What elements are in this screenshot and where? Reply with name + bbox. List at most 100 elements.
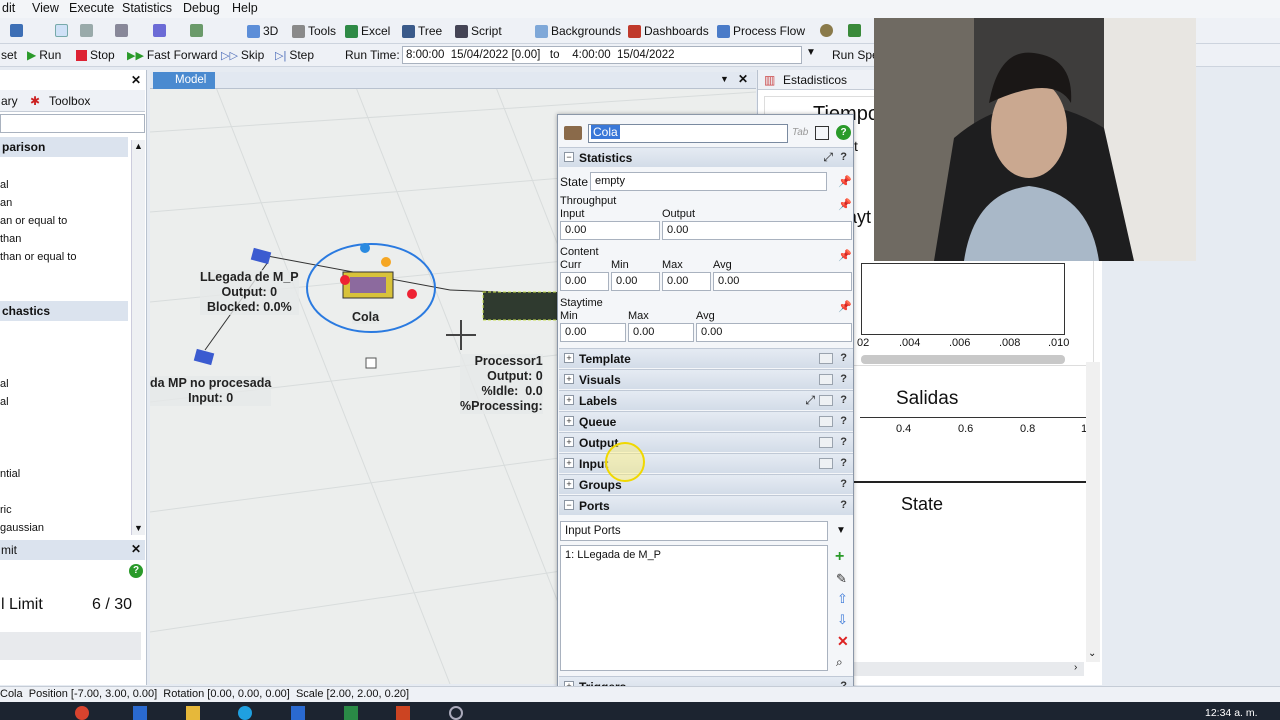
chevron-up-icon[interactable]: ▲ xyxy=(134,141,143,151)
eyedropper-icon[interactable]: ✎ xyxy=(836,571,847,587)
object-name-input[interactable]: Cola xyxy=(588,124,788,143)
section-visuals[interactable]: + Visuals? xyxy=(559,369,853,389)
run-time-field[interactable]: 8:00:00 15/04/2022 [0.00] to 4:00:00 15/… xyxy=(402,46,802,64)
save-icon[interactable] xyxy=(10,24,23,37)
section-labels[interactable]: + Labels ⤢? xyxy=(559,390,853,410)
pin-icon[interactable]: 📌 xyxy=(838,249,852,262)
chevron-down-icon[interactable]: ⌄ xyxy=(1088,648,1096,659)
menu-help[interactable]: Help xyxy=(232,1,258,15)
help-icon[interactable]: ? xyxy=(836,125,851,140)
excel-button[interactable]: Excel xyxy=(345,22,390,40)
tree-icon[interactable] xyxy=(815,126,829,140)
section-ports[interactable]: − Ports? xyxy=(559,495,853,515)
chrome-icon[interactable] xyxy=(75,706,89,720)
help-icon[interactable]: ? xyxy=(840,415,847,427)
list-item[interactable]: than xyxy=(0,230,128,248)
3d-button[interactable]: 3D xyxy=(247,22,278,40)
chevron-down-icon[interactable]: ▼ xyxy=(806,47,816,58)
help-icon[interactable]: ? xyxy=(840,151,847,163)
add-icon[interactable]: + xyxy=(835,548,844,566)
state-chart-scrollbar[interactable]: › xyxy=(854,662,1084,676)
section-stochastics[interactable]: chastics xyxy=(0,301,128,321)
pin-icon[interactable]: 📌 xyxy=(838,175,852,188)
tab-estadisticos[interactable]: Estadisticos xyxy=(783,73,847,87)
help-icon[interactable]: ? xyxy=(840,436,847,448)
connect-icon[interactable] xyxy=(80,24,93,37)
help-icon[interactable]: ? xyxy=(129,564,143,578)
help-icon[interactable]: ? xyxy=(840,457,847,469)
section-output[interactable]: + Output? xyxy=(559,432,853,452)
script-button[interactable]: Script xyxy=(455,22,502,40)
time-chart-scrollbar[interactable] xyxy=(861,355,1065,364)
list-item[interactable]: ric xyxy=(0,501,12,519)
library-search-input[interactable] xyxy=(0,114,145,133)
tab-toolbox[interactable]: Toolbox xyxy=(49,94,90,108)
menu-statistics[interactable]: Statistics xyxy=(122,1,172,15)
chevron-down-icon[interactable]: ▼ xyxy=(134,523,143,533)
menu-edit[interactable]: dit xyxy=(2,1,15,15)
help-icon[interactable]: ? xyxy=(840,394,847,406)
statistics-scrollbar[interactable]: ⌄ xyxy=(1086,362,1100,662)
fast-forward-button[interactable]: ▶▶ Fast Forward xyxy=(127,46,218,64)
skip-button[interactable]: ▷▷ Skip xyxy=(221,46,264,64)
copy-icon[interactable] xyxy=(819,458,833,469)
list-item[interactable]: than or equal to xyxy=(0,248,128,266)
list-item[interactable]: an or equal to xyxy=(0,212,128,230)
stop-button[interactable]: Stop xyxy=(76,46,115,64)
tools-button[interactable]: Tools xyxy=(292,22,336,40)
list-item[interactable]: al xyxy=(0,375,128,393)
help-icon[interactable] xyxy=(848,24,861,37)
section-input[interactable]: + Input? xyxy=(559,453,853,473)
excel-icon[interactable] xyxy=(344,706,358,720)
list-item[interactable]: ntial xyxy=(0,465,20,483)
folder-icon[interactable] xyxy=(186,706,200,720)
section-template[interactable]: + Template? xyxy=(559,348,853,368)
dashboards-button[interactable]: Dashboards xyxy=(628,22,709,40)
list-item[interactable]: an xyxy=(0,194,128,212)
step-button[interactable]: ▷| Step xyxy=(275,46,314,64)
process-flow-button[interactable]: Process Flow xyxy=(717,22,805,40)
section-queue[interactable]: + Queue? xyxy=(559,411,853,431)
chevron-down-icon[interactable]: ▼ xyxy=(720,74,729,84)
help-icon[interactable]: ? xyxy=(840,499,847,511)
list-item[interactable]: al xyxy=(0,393,128,411)
menu-view[interactable]: View xyxy=(32,1,59,15)
arrow-down-icon[interactable]: ⇩ xyxy=(837,612,848,628)
copy-icon[interactable] xyxy=(819,437,833,448)
run-button[interactable]: ▶ Run xyxy=(27,46,61,64)
section-statistics[interactable]: − Statistics ⤢? xyxy=(559,147,853,167)
list-item[interactable]: gaussian xyxy=(0,519,44,537)
color-icon[interactable] xyxy=(153,24,166,37)
close-icon[interactable]: ✕ xyxy=(738,72,748,86)
copy-icon[interactable] xyxy=(819,353,833,364)
list-item[interactable]: al xyxy=(0,176,128,194)
select-mode-icon[interactable] xyxy=(55,24,68,37)
delete-icon[interactable]: ✕ xyxy=(837,633,849,650)
section-groups[interactable]: + Groups? xyxy=(559,474,853,494)
pin-icon[interactable]: 📌 xyxy=(838,300,852,313)
close-icon[interactable]: ✕ xyxy=(131,542,141,556)
edit-icon[interactable]: ⤢ xyxy=(823,150,833,165)
ports-dropdown[interactable]: Input Ports xyxy=(560,521,828,541)
help-icon[interactable]: ? xyxy=(840,478,847,490)
edit-icon[interactable]: ⤢ xyxy=(805,393,815,408)
library-scrollbar[interactable]: ▲ ▼ xyxy=(131,140,145,535)
gear-icon[interactable] xyxy=(820,24,833,37)
copy-icon[interactable] xyxy=(819,416,833,427)
skype-icon[interactable] xyxy=(238,706,252,720)
tree-button[interactable]: Tree xyxy=(402,22,442,40)
port-list-item[interactable]: 1: LLegada de M_P xyxy=(561,546,827,564)
outlook-icon[interactable] xyxy=(291,706,305,720)
help-icon[interactable]: ? xyxy=(840,373,847,385)
backgrounds-button[interactable]: Backgrounds xyxy=(535,22,621,40)
reset-button[interactable]: set xyxy=(1,48,17,62)
binoculars-icon[interactable]: ⌕ xyxy=(836,655,843,670)
copy-icon[interactable] xyxy=(819,395,833,406)
help-icon[interactable]: ? xyxy=(840,352,847,364)
menu-debug[interactable]: Debug xyxy=(183,1,220,15)
group-icon[interactable] xyxy=(190,24,203,37)
tab-model[interactable]: Model xyxy=(153,72,215,89)
copy-icon[interactable] xyxy=(819,374,833,385)
chevron-right-icon[interactable]: › xyxy=(1074,662,1077,673)
app-icon[interactable] xyxy=(449,706,463,720)
